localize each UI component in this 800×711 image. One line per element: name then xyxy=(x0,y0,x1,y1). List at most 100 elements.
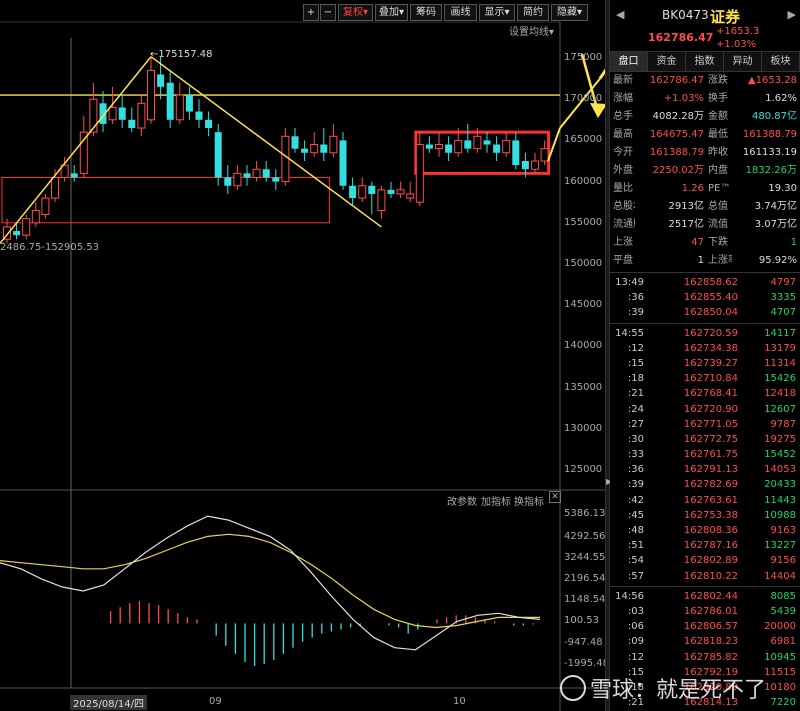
next-stock-icon[interactable]: ▶ xyxy=(788,8,796,21)
tick-row: :39 162850.04 4707 xyxy=(610,305,800,320)
draw-line-button[interactable]: 画线 xyxy=(444,4,477,21)
tick-price: 162808.36 xyxy=(683,525,738,536)
quote-field-label: 流通股 xyxy=(613,219,635,230)
chart-canvas[interactable] xyxy=(0,0,605,711)
tick-price: 162782.69 xyxy=(683,479,738,491)
chevron-down-icon: ▾ xyxy=(504,7,510,18)
display-button[interactable]: 显示▾ xyxy=(479,4,515,21)
tick-price: 162763.61 xyxy=(683,494,738,506)
price-axis-tick: 145000 xyxy=(564,299,603,311)
tick-volume: 20000 xyxy=(764,621,796,633)
tick-row: :12 162785.82 10945 xyxy=(610,650,800,665)
candle-body xyxy=(166,82,174,120)
macd-add-indicator-button[interactable]: 加指标 xyxy=(481,493,511,508)
display-label: 显示 xyxy=(484,7,505,18)
overlay-button[interactable]: 叠加▾ xyxy=(375,4,408,21)
tick-volume: 9787 xyxy=(770,418,796,430)
candle-body xyxy=(108,106,117,121)
quote-field-value: 3.07万亿 xyxy=(754,219,797,230)
quote-field-label: 总手 xyxy=(613,111,633,122)
candle-body xyxy=(41,197,50,216)
quote-field-label: 金额 xyxy=(708,111,728,122)
candle-body xyxy=(70,173,78,178)
zoom-out-button[interactable]: − xyxy=(320,4,336,21)
macd-params-button[interactable]: 改参数 xyxy=(447,493,477,508)
candle-body xyxy=(281,135,290,183)
tick-price: 162858.62 xyxy=(683,277,738,288)
ma-setting-link[interactable]: 设置均线▾ xyxy=(509,23,554,38)
tick-time: :54 xyxy=(627,555,644,567)
tick-time: :48 xyxy=(627,525,644,536)
tick-row: :36 162791.13 14053 xyxy=(610,462,800,477)
tick-price: 162791.13 xyxy=(683,464,738,476)
macd-axis-tick: 1148.54 xyxy=(564,594,605,606)
last-price: 162786.47 xyxy=(648,31,714,44)
tick-row: :06 162806.57 20000 xyxy=(610,619,800,634)
tick-price: 162806.57 xyxy=(683,621,738,633)
quote-tab[interactable]: 指数 xyxy=(686,52,724,71)
quote-field-label: PE™ xyxy=(708,183,731,194)
macd-switch-indicator-button[interactable]: 换指标 xyxy=(514,493,544,508)
tick-time: :27 xyxy=(627,418,644,430)
quote-tab[interactable]: 异动 xyxy=(724,52,762,71)
tick-time: :45 xyxy=(627,509,644,521)
tick-time: :18 xyxy=(627,373,644,385)
candle-body xyxy=(473,135,482,150)
quote-table: 最新 162786.47 涨跌 ▲1653.28 涨幅 +1.03% 换手 1.62% 总手 40… xyxy=(610,72,800,270)
quote-row: 量比 1.26 PE™ 19.30 xyxy=(610,180,800,198)
tick-row: 14:56 162802.44 8085 xyxy=(610,589,800,604)
quote-field-value: 19.30 xyxy=(768,183,797,194)
chips-button[interactable]: 筹码 xyxy=(410,4,442,21)
candle-body xyxy=(368,185,376,194)
tick-list[interactable]: 13:49 162858.62 4797:36 162855.40 3335:39 162… xyxy=(610,275,800,711)
tick-price: 162818.23 xyxy=(683,636,738,648)
prev-stock-icon[interactable]: ◀ xyxy=(616,8,624,21)
candle-body xyxy=(31,209,40,224)
price-axis-tick: 130000 xyxy=(564,422,603,434)
candle-body xyxy=(272,177,280,182)
quote-row: 最新 162786.47 涨跌 ▲1653.28 xyxy=(610,72,800,90)
quote-tab[interactable]: 资金 xyxy=(648,52,686,71)
simple-mode-button[interactable]: 简约 xyxy=(517,4,549,21)
macd-axis-tick: 5386.13 xyxy=(564,508,605,520)
quote-field-label: 总值 xyxy=(708,201,728,212)
quote-field-value: 47 xyxy=(691,237,704,248)
quote-field-value: 161388.79 xyxy=(649,147,704,158)
zoom-in-button[interactable]: + xyxy=(303,4,319,21)
candle-body xyxy=(493,144,501,153)
quote-header: ◀ BK0473 证券 ▶ 162786.47 +1653.3 +1.03% xyxy=(610,0,800,52)
quote-field-value: 1.26 xyxy=(681,183,704,194)
candle-body xyxy=(464,140,472,149)
tick-time: :09 xyxy=(627,636,644,648)
candle-body xyxy=(349,185,357,199)
quote-field-value: +1.03% xyxy=(663,93,704,104)
quote-tab[interactable]: 盘口 xyxy=(610,52,648,71)
candle-body xyxy=(320,144,328,153)
hide-button[interactable]: 隐藏▾ xyxy=(551,4,588,21)
quote-field-label: 昨收 xyxy=(708,147,728,158)
watermark-text: 雪球：就是死不了 xyxy=(590,678,767,703)
quote-tab[interactable]: 板块 xyxy=(762,52,800,71)
tick-price: 162786.01 xyxy=(683,605,738,617)
tick-time: :15 xyxy=(627,357,644,369)
chevron-down-icon: ▾ xyxy=(398,7,405,18)
quote-field-value: 3.74万亿 xyxy=(754,201,797,212)
price-axis-tick: 155000 xyxy=(564,216,603,228)
candle-body xyxy=(339,140,347,186)
tick-row: 13:49 162858.62 4797 xyxy=(610,275,800,290)
tick-time: 14:56 xyxy=(615,590,644,602)
candle-body xyxy=(415,144,424,203)
quote-field-value: 4082.28万 xyxy=(652,111,704,122)
tick-row: :51 162787.16 13227 xyxy=(610,538,800,553)
quote-tabs: 盘口 资金 指数 异动 板块 xyxy=(610,52,800,72)
candle-body xyxy=(425,144,433,149)
tick-volume: 14117 xyxy=(764,327,796,339)
fuquan-button[interactable]: 复权▾ xyxy=(338,4,373,21)
quote-field-label: 最新 xyxy=(613,75,633,86)
quote-row: 涨幅 +1.03% 换手 1.62% xyxy=(610,90,800,108)
kline-chart-area[interactable]: + − 复权▾ 叠加▾ 筹码 画线 显示▾ 简约 隐藏▾ 设置均线▾ ←1751… xyxy=(0,0,605,711)
close-icon[interactable]: ✕ xyxy=(549,491,561,503)
tick-price: 162772.75 xyxy=(683,433,738,445)
tick-volume: 9156 xyxy=(770,555,796,567)
tick-row: :33 162761.75 15452 xyxy=(610,447,800,462)
